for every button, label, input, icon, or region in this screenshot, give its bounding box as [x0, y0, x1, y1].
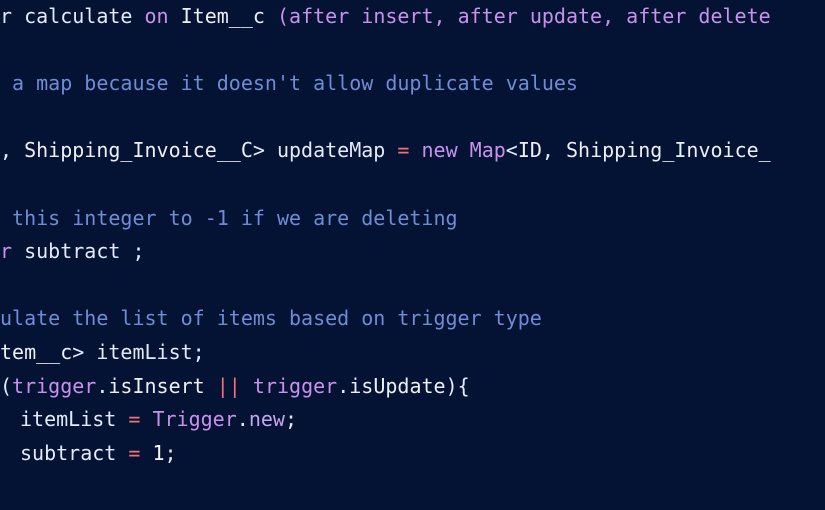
code-line[interactable]: (trigger.isInsert || trigger.isUpdate){ — [0, 370, 825, 404]
code-token-operator: = — [128, 407, 141, 432]
code-token-punct: ; — [192, 339, 205, 364]
code-token-plain: subtract ; — [12, 239, 145, 264]
code-token-punct: . — [337, 373, 350, 398]
code-token-plain: r — [0, 4, 13, 28]
code-editor-viewport[interactable]: r calculate on Item__c (after insert, af… — [0, 0, 825, 510]
code-token-keyword: r — [0, 239, 13, 264]
code-token-keyword: Trigger — [152, 407, 237, 432]
code-token-punct: ; — [164, 440, 177, 465]
code-token-comment: a map because it doesn't allow duplicate… — [0, 71, 578, 96]
code-line[interactable] — [0, 34, 825, 68]
code-line[interactable]: subtract = 1; — [0, 437, 825, 471]
code-token-punct: ; — [284, 407, 297, 432]
code-token-operator: = — [397, 138, 410, 163]
code-token-punct: . — [96, 373, 109, 398]
code-token-operator: || — [216, 373, 241, 398]
code-line[interactable] — [0, 269, 825, 303]
code-token-type: isInsert — [108, 373, 205, 398]
code-line[interactable]: r subtract ; — [0, 235, 825, 269]
code-token-punct: > — [252, 138, 277, 163]
code-token-punct: . — [236, 407, 249, 432]
code-line[interactable]: ulate the list of items based on trigger… — [0, 302, 825, 336]
code-token-punct: > — [72, 339, 97, 364]
code-token-type: tem__c — [0, 339, 73, 364]
code-token-operator: = — [128, 440, 141, 465]
code-token-keyword: new — [421, 138, 458, 163]
code-line[interactable]: a map because it doesn't allow duplicate… — [0, 67, 825, 101]
code-line[interactable]: tem__c> itemList; — [0, 336, 825, 370]
code-token-method: new — [248, 407, 285, 432]
code-token-keyword: trigger — [252, 373, 338, 398]
code-token-punct: , — [0, 138, 25, 163]
code-line[interactable]: itemList = Trigger.new; — [0, 403, 825, 437]
code-token-keyword: on — [144, 4, 169, 28]
code-content[interactable]: r calculate on Item__c (after insert, af… — [0, 0, 825, 504]
code-token-plain: calculate — [12, 4, 145, 28]
code-token-plain: subtract — [20, 440, 117, 465]
code-token-plain: itemList — [20, 407, 117, 432]
code-token-punct: ( — [0, 373, 13, 398]
code-token-keyword: (after insert, after update, after delet… — [276, 4, 771, 28]
code-token-type: Shipping_Invoice_ — [566, 138, 771, 163]
code-line[interactable]: r calculate on Item__c (after insert, af… — [0, 0, 825, 34]
code-line[interactable] — [0, 470, 825, 504]
code-token-type: isUpdate — [349, 373, 446, 398]
code-token-number: 1 — [152, 440, 165, 465]
code-token-plain: itemList — [96, 339, 193, 364]
code-token-plain: updateMap — [276, 138, 386, 163]
code-line[interactable] — [0, 168, 825, 202]
code-token-punct: , — [541, 138, 567, 163]
code-token-type: Item__c — [180, 4, 265, 28]
code-token-type: Shipping_Invoice__C — [24, 138, 253, 163]
code-token-object: Map — [469, 138, 506, 163]
code-token-type: ID — [517, 138, 542, 163]
code-line[interactable]: this integer to -1 if we are deleting — [0, 202, 825, 236]
code-line[interactable]: , Shipping_Invoice__C> updateMap = new M… — [0, 134, 825, 168]
code-token-punct: < — [505, 138, 518, 163]
code-token-comment: ulate the list of items based on trigger… — [0, 306, 542, 331]
code-token-keyword: trigger — [12, 373, 97, 398]
code-token-punct: ){ — [445, 373, 470, 398]
code-line[interactable] — [0, 101, 825, 135]
code-token-comment: this integer to -1 if we are deleting — [0, 205, 458, 230]
